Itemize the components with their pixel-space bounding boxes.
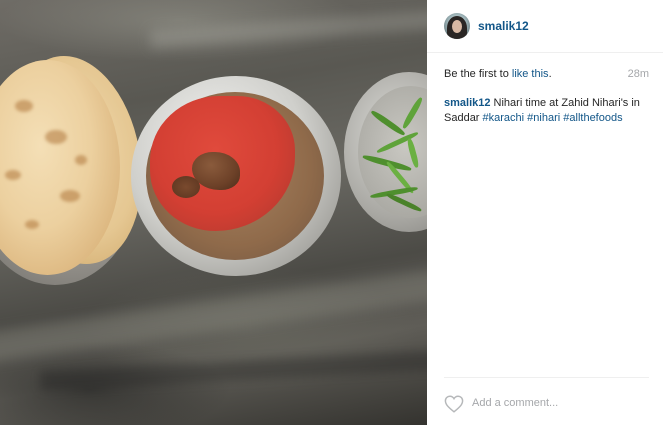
likes-prefix: Be the first to [444,68,512,80]
caption-username[interactable]: smalik12 [444,97,490,109]
meat-piece [172,176,200,198]
profile-avatar[interactable] [444,13,470,39]
username-link[interactable]: smalik12 [478,19,529,33]
marble-streak [149,9,427,49]
hashtag-link[interactable]: #allthefoods [563,112,622,124]
heart-icon[interactable] [444,395,464,413]
likes-suffix: . [548,68,552,80]
like-this-link[interactable]: like this [512,68,549,80]
post-caption: smalik12 Nihari time at Zahid Nihari's i… [444,96,649,126]
hashtag-link[interactable]: #nihari [527,112,560,124]
post-footer: Add a comment... [444,377,649,426]
post-sidebar: smalik12 Be the first to like this. 28m … [427,0,663,425]
marble-streak [39,349,427,391]
hashtag-link[interactable]: #karachi [483,112,525,124]
post-header: smalik12 [427,0,663,53]
post-photo[interactable] [0,0,427,425]
add-comment-input[interactable]: Add a comment... [472,397,558,409]
likes-summary: Be the first to like this. [444,68,552,80]
post-timestamp[interactable]: 28m [628,68,649,80]
